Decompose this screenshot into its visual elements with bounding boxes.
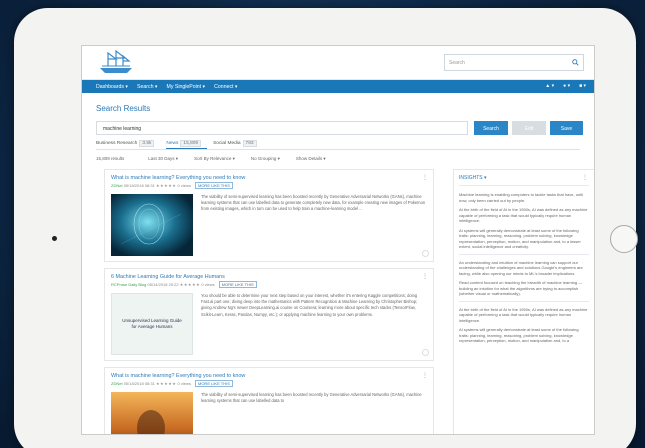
rating-stars[interactable]: ★★★★★ <box>156 183 176 188</box>
result-source[interactable]: ZDNet <box>111 381 123 386</box>
tab-label: Social Media <box>213 141 241 146</box>
nav-dashboards[interactable]: Dashboards ▾ <box>96 84 128 90</box>
result-thumbnail[interactable]: Unsupervised Learning Guide for Average … <box>111 293 193 355</box>
top-search-input[interactable]: Search <box>444 54 584 71</box>
result-meta: ZDNet 05/18/2018 08:31 ★★★★★ 0 views MOR… <box>111 182 427 189</box>
nav-search[interactable]: Search ▾ <box>137 84 157 90</box>
nav-right-menus: ▲ ▾ ● ▾ ■ ▾ <box>545 83 586 89</box>
divider <box>459 253 589 255</box>
results-list: What is machine learning? Everything you… <box>104 169 434 435</box>
top-bar: Search <box>82 46 594 80</box>
content: Search Results machine learning Search E… <box>82 104 594 434</box>
result-source[interactable]: ZDNet <box>111 183 123 188</box>
tab-business-research[interactable]: Business Research 3.5k <box>96 139 160 149</box>
screen: Search Dashboards ▾ Search ▾ My SinglePo… <box>81 45 595 435</box>
card-menu-icon[interactable]: ⋮ <box>422 372 428 379</box>
result-title[interactable]: What is machine learning? Everything you… <box>111 175 427 181</box>
result-thumbnail[interactable] <box>111 392 193 435</box>
messages-menu-icon[interactable]: ■ ▾ <box>579 83 586 89</box>
nav-my-singlepoint[interactable]: My SinglePoint ▾ <box>167 84 206 90</box>
insights-menu-icon[interactable]: ⋮ <box>582 174 588 181</box>
result-meta: RCProse Daily Blog 05/14/2018 20:22 ★★★★… <box>111 281 427 288</box>
result-thumbnail[interactable] <box>111 194 193 256</box>
rating-stars[interactable]: ★★★★★ <box>156 381 176 386</box>
insight-paragraph: Machine learning is enabling computers t… <box>459 192 584 203</box>
result-date: 05/18/2018 08:31 <box>123 381 155 386</box>
result-title[interactable]: 6 Machine Learning Guide for Average Hum… <box>111 274 427 280</box>
card-expand-icon[interactable] <box>422 250 429 257</box>
tab-count: 3.5k <box>139 140 155 147</box>
tab-count: 783 <box>242 140 257 147</box>
tab-label: Business Research <box>96 141 138 146</box>
card-expand-icon[interactable] <box>422 349 429 356</box>
result-body: The viability of semi-supervised learnin… <box>111 392 427 435</box>
result-source[interactable]: RCProse Daily Blog <box>111 282 146 287</box>
query-row: machine learning Search Edit Save <box>96 121 583 135</box>
tab-social-media[interactable]: Social Media 783 <box>213 139 262 149</box>
result-meta: ZDNet 05/18/2018 08:31 ★★★★★ 0 views MOR… <box>111 380 427 387</box>
sort-filter[interactable]: Sort By Relevance ▾ <box>194 156 235 164</box>
result-views: 0 views <box>177 381 191 386</box>
home-button[interactable] <box>610 225 638 253</box>
result-date: 05/18/2018 08:31 <box>123 183 155 188</box>
camera <box>52 236 57 241</box>
divider <box>459 300 589 302</box>
nav-connect[interactable]: Connect ▾ <box>214 84 237 90</box>
rating-stars[interactable]: ★★★★★ <box>180 282 200 287</box>
result-snippet: You should be able to determine your nex… <box>201 293 418 317</box>
result-views: 0 views <box>177 183 191 188</box>
result-views: 0 views <box>201 282 215 287</box>
thumbnail-text: Unsupervised Learning Guide for Average … <box>122 318 182 329</box>
filters-bar: 15,809 results Last 30 Days ▾ Sort By Re… <box>96 156 580 164</box>
result-date: 05/14/2018 20:22 <box>147 282 179 287</box>
user-menu-icon[interactable]: ▲ ▾ <box>545 83 554 89</box>
grouping-filter[interactable]: No Grouping ▾ <box>251 156 280 164</box>
insights-header[interactable]: INSIGHTS ▾ <box>459 175 589 181</box>
insight-paragraph: AI systems will generally demonstrate at… <box>459 327 579 343</box>
tab-news[interactable]: News 15,809 <box>166 139 208 149</box>
result-body: Unsupervised Learning Guide for Average … <box>111 293 427 355</box>
result-card: 6 Machine Learning Guide for Average Hum… <box>104 268 434 361</box>
result-card: What is machine learning? Everything you… <box>104 169 434 262</box>
result-title[interactable]: What is machine learning? Everything you… <box>111 373 427 379</box>
nav-bar: Dashboards ▾ Search ▾ My SinglePoint ▾ C… <box>82 80 594 93</box>
page-title: Search Results <box>96 104 151 113</box>
insights-panel: INSIGHTS ▾ ⋮ Machine learning is enablin… <box>453 169 594 434</box>
insight-paragraph: At the birth of the field of AI in the 1… <box>459 207 588 223</box>
edit-button[interactable]: Edit <box>512 121 546 135</box>
search-button[interactable]: Search <box>474 121 508 135</box>
query-input[interactable]: machine learning <box>96 121 468 135</box>
divider <box>459 185 589 186</box>
tab-count: 15,809 <box>180 140 202 147</box>
search-icon[interactable] <box>572 59 579 66</box>
tab-label: News <box>166 141 179 146</box>
details-filter[interactable]: Show Details ▾ <box>296 156 326 164</box>
more-like-this-button[interactable]: MORE LIKE THIS <box>194 182 233 189</box>
more-like-this-button[interactable]: MORE LIKE THIS <box>194 380 233 387</box>
card-menu-icon[interactable]: ⋮ <box>422 273 428 280</box>
ship-logo-icon[interactable] <box>96 50 136 76</box>
save-button[interactable]: Save <box>550 121 583 135</box>
result-card: What is machine learning? Everything you… <box>104 367 434 435</box>
top-search-placeholder: Search <box>449 60 465 66</box>
results-count: 15,809 results <box>96 156 125 161</box>
date-filter[interactable]: Last 30 Days ▾ <box>148 156 178 164</box>
insight-paragraph: Read content focused on teaching the bre… <box>459 280 583 296</box>
insight-paragraph: At the birth of the field of AI in the 1… <box>459 306 588 323</box>
ipad-frame: Search Dashboards ▾ Search ▾ My SinglePo… <box>14 8 638 448</box>
insight-paragraph: An understanding and intuition of machin… <box>459 259 583 276</box>
more-like-this-button[interactable]: MORE LIKE THIS <box>218 281 257 288</box>
help-menu-icon[interactable]: ● ▾ <box>563 83 570 89</box>
card-menu-icon[interactable]: ⋮ <box>422 174 428 181</box>
result-body: The viability of semi-supervised learnin… <box>111 194 427 256</box>
result-snippet: The viability of semi-supervised learnin… <box>201 194 426 212</box>
insight-paragraph: AI systems will generally demonstrate at… <box>459 227 581 250</box>
source-tabs: Business Research 3.5k News 15,809 Social … <box>96 139 580 150</box>
result-snippet: The viability of semi-supervised learnin… <box>201 392 422 404</box>
